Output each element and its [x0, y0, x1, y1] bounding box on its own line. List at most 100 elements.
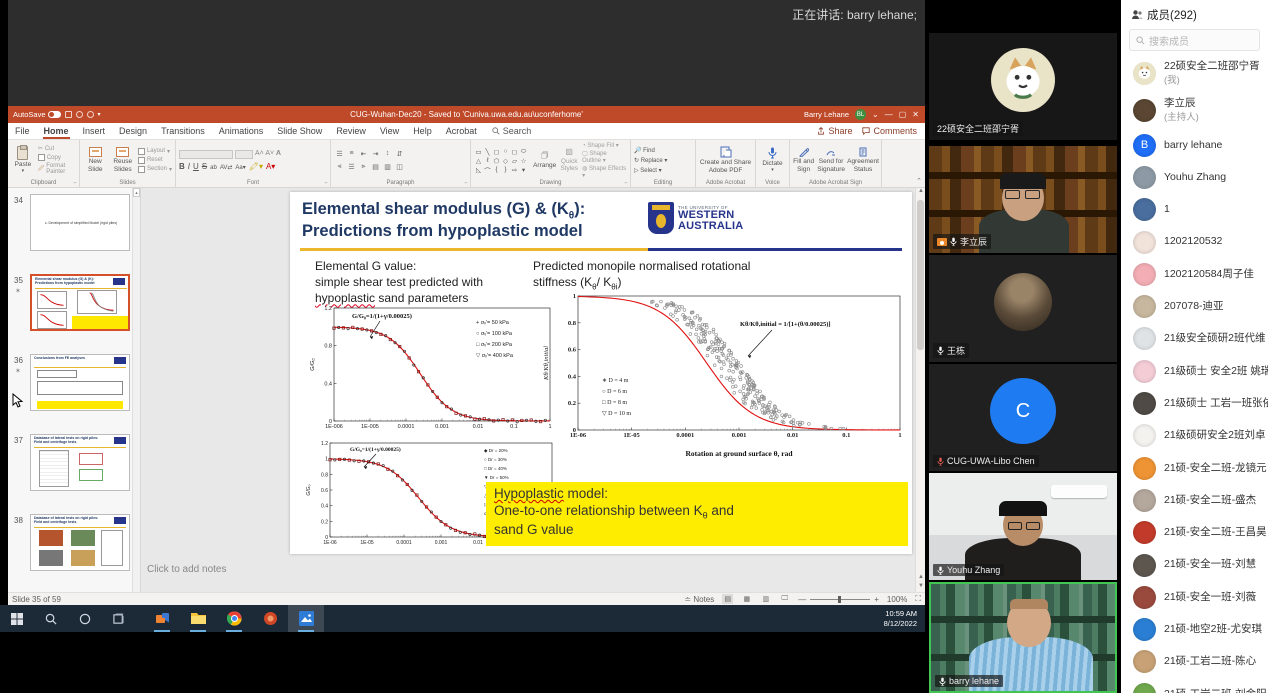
- member-row[interactable]: 21硕-工岩二班-陈心: [1121, 646, 1268, 678]
- taskbar-search-icon[interactable]: [34, 605, 68, 632]
- slide-thumbnail[interactable]: 36✶Conclusions from FE analyses: [8, 354, 140, 432]
- member-row[interactable]: 21级安全硕研2班代维: [1121, 323, 1268, 355]
- paste-button[interactable]: Paste▾: [11, 146, 35, 175]
- ribbon-tab[interactable]: Transitions: [154, 123, 212, 139]
- taskbar-meeting-app[interactable]: [144, 605, 180, 632]
- char-spacing-button[interactable]: AV⇄: [220, 164, 233, 171]
- ribbon-tab[interactable]: Insert: [76, 123, 113, 139]
- numbering-icon[interactable]: ≡: [349, 150, 353, 157]
- fit-window-icon[interactable]: ⛶: [915, 594, 921, 604]
- align-center-icon[interactable]: ☰: [348, 163, 354, 171]
- select-button[interactable]: ▷ Select ▾: [634, 167, 667, 174]
- member-row[interactable]: 21硕-安全一班-刘薇: [1121, 581, 1268, 613]
- align-left-icon[interactable]: ⫷: [338, 163, 342, 171]
- arrange-button[interactable]: 🗇Arrange: [533, 152, 556, 169]
- undo-icon[interactable]: [76, 111, 83, 118]
- font-name-box[interactable]: [179, 150, 233, 159]
- notes-placeholder[interactable]: Click to add notes: [147, 564, 227, 575]
- smartart-icon[interactable]: ◫: [396, 163, 403, 171]
- ribbon-tab[interactable]: Acrobat: [439, 123, 484, 139]
- slide-sorter-icon[interactable]: ▦: [741, 594, 752, 604]
- video-tile[interactable]: 22硕安全二班邵宁胥: [929, 33, 1117, 140]
- member-row[interactable]: 21硕-工岩二班-刘金阳: [1121, 678, 1268, 693]
- highlight-button[interactable]: 🖍▾: [249, 162, 263, 171]
- search-box[interactable]: Search: [492, 126, 532, 136]
- ribbon-tab[interactable]: Review: [329, 123, 373, 139]
- member-row[interactable]: 207078-迪亚: [1121, 290, 1268, 322]
- member-row[interactable]: 21硕-安全二班-盛杰: [1121, 484, 1268, 516]
- bullets-icon[interactable]: ☰: [336, 150, 342, 158]
- line-spacing-icon[interactable]: ↕: [386, 150, 390, 157]
- user-avatar[interactable]: BL: [855, 109, 866, 120]
- member-row[interactable]: 1202120584周子佳: [1121, 258, 1268, 290]
- underline-button[interactable]: U: [193, 162, 199, 171]
- video-tile[interactable]: CCUG-UWA-Libo Chen: [929, 364, 1117, 471]
- member-row[interactable]: 21硕-安全二班-王昌昊: [1121, 517, 1268, 549]
- slide-canvas[interactable]: Elemental shear modulus (G) & (Kθ): Pred…: [290, 192, 912, 554]
- indent-dec-icon[interactable]: ⇤: [361, 150, 367, 158]
- close-icon[interactable]: ✕: [912, 110, 919, 119]
- agreement-status-button[interactable]: Agreement Status: [848, 147, 878, 172]
- taskbar-powerpoint[interactable]: [252, 605, 288, 632]
- ribbon-tab[interactable]: Help: [406, 123, 439, 139]
- font-color-button[interactable]: A▾: [266, 162, 275, 171]
- redo-icon[interactable]: [87, 111, 94, 118]
- video-tile[interactable]: barry lehane: [929, 582, 1117, 693]
- taskbar-chrome[interactable]: [216, 605, 252, 632]
- taskbar-clock[interactable]: 10:59 AM 8/12/2022: [884, 609, 925, 628]
- editor-scrollbar[interactable]: ▲ ▲▼: [915, 188, 925, 592]
- member-row[interactable]: 1202120532: [1121, 226, 1268, 258]
- shape-gallery[interactable]: ▭╲◻○◻⬭ △ℓ⬠◇▱☆ ◺⌒{}⇨▾: [474, 147, 528, 174]
- member-row[interactable]: 1: [1121, 194, 1268, 226]
- change-case-button[interactable]: Aa▾: [235, 164, 245, 171]
- member-search-input[interactable]: 搜索成员: [1129, 29, 1260, 51]
- restore-icon[interactable]: ▢: [899, 110, 907, 119]
- new-slide-button[interactable]: New Slide: [83, 147, 107, 172]
- collapse-ribbon-icon[interactable]: ⌃: [916, 177, 922, 185]
- text-direction-icon[interactable]: ⇵: [397, 150, 403, 158]
- dictate-button[interactable]: Dictate▾: [759, 147, 786, 174]
- text-shadow-button[interactable]: ab: [210, 165, 217, 171]
- bold-button[interactable]: B: [179, 162, 185, 171]
- slideshow-icon[interactable]: 🖵: [779, 594, 790, 604]
- comments-button[interactable]: Comments: [862, 126, 917, 136]
- justify-icon[interactable]: ▤: [372, 163, 379, 171]
- member-row[interactable]: 22硕安全二班邵宁胥(我): [1121, 55, 1268, 92]
- member-row[interactable]: 21级硕士 工岩一班张依杰: [1121, 387, 1268, 419]
- ribbon-tab[interactable]: Home: [37, 123, 76, 139]
- zoom-level[interactable]: 100%: [887, 595, 907, 604]
- slide-thumbnail[interactable]: 38Database of lateral tests on rigid pil…: [8, 514, 140, 592]
- video-tile[interactable]: 李立辰: [929, 146, 1117, 253]
- send-signature-button[interactable]: Send for Signature: [817, 147, 845, 172]
- create-pdf-button[interactable]: Create and Share Adobe PDF: [699, 146, 752, 173]
- reading-view-icon[interactable]: ▥: [760, 594, 771, 604]
- align-right-icon[interactable]: ⫸: [362, 163, 366, 171]
- ribbon-tab[interactable]: File: [8, 123, 37, 139]
- video-tile[interactable]: Youhu Zhang: [929, 473, 1117, 580]
- italic-button[interactable]: I: [188, 162, 190, 171]
- member-row[interactable]: 21硕-安全一班-刘慧: [1121, 549, 1268, 581]
- copy-button[interactable]: Copy: [38, 154, 76, 161]
- find-button[interactable]: 🔎 Find: [634, 147, 667, 154]
- taskbar-photos[interactable]: [288, 605, 324, 632]
- cut-button[interactable]: ✂ Cut: [38, 145, 76, 152]
- minimize-icon[interactable]: —: [885, 110, 893, 119]
- ribbon-tab[interactable]: Slide Show: [270, 123, 329, 139]
- section-button[interactable]: Section ▾: [138, 166, 172, 173]
- member-row[interactable]: B barry lehane: [1121, 129, 1268, 161]
- member-row[interactable]: 21硕-地空2班-尤安琪: [1121, 613, 1268, 645]
- thumbnail-scrollbar[interactable]: ▲: [132, 188, 140, 592]
- shape-fill-button[interactable]: ◔ Shape Fill ▾: [582, 142, 627, 149]
- quick-styles-button[interactable]: ▨Quick Styles: [559, 148, 579, 172]
- layout-button[interactable]: Layout ▾: [138, 148, 172, 155]
- ribbon-options-icon[interactable]: ⌄: [872, 110, 879, 119]
- video-tile[interactable]: 王栋: [929, 255, 1117, 362]
- member-row[interactable]: 21级硕研安全2班刘卓: [1121, 420, 1268, 452]
- quick-access-caret[interactable]: ▾: [98, 111, 101, 118]
- slide-thumbnail[interactable]: 37Database of lateral tests on rigid pil…: [8, 434, 140, 512]
- slide-thumbnail[interactable]: 34c. Development of simplified Model (ri…: [8, 194, 140, 272]
- font-size-box[interactable]: [235, 150, 253, 159]
- zoom-slider[interactable]: —+: [798, 595, 879, 604]
- task-view-icon[interactable]: [102, 605, 136, 632]
- columns-icon[interactable]: ▥: [384, 163, 391, 171]
